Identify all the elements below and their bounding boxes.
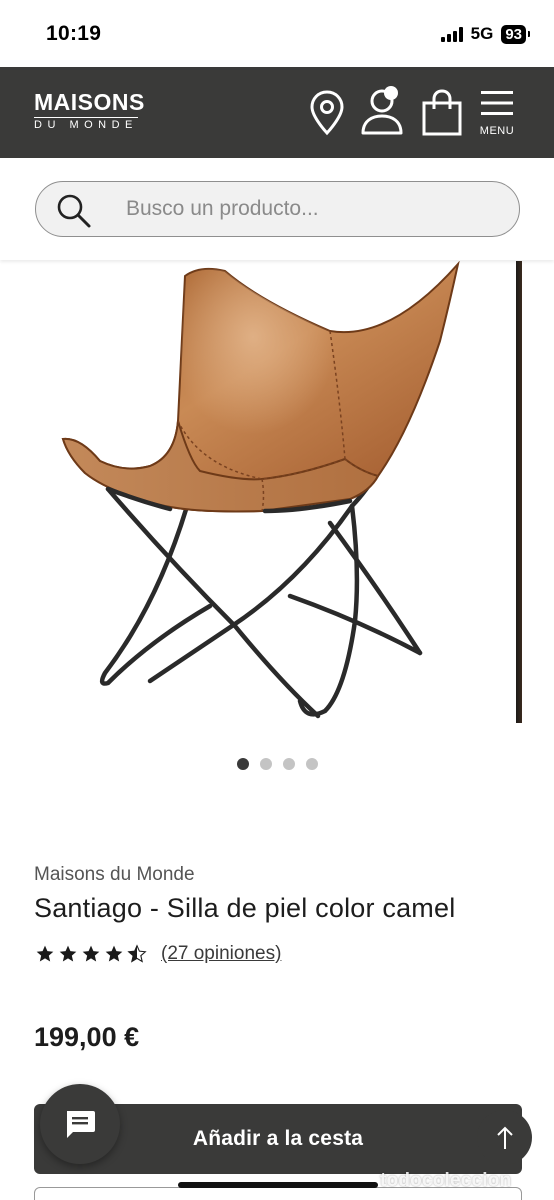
menu-button[interactable]: MENU [478,89,516,137]
product-brand[interactable]: Maisons du Monde [34,864,195,886]
product-gallery[interactable] [0,261,554,731]
chat-bubble-icon [67,1111,95,1138]
star-full-icon [59,945,77,962]
search-icon [56,193,92,234]
status-bar: 10:19 5G 93 [0,0,554,67]
search-input[interactable] [126,195,496,223]
rating-stars [35,944,147,964]
carousel-dot-1[interactable] [237,758,249,770]
logo-sub-text: DU MONDE [34,117,138,131]
search-box[interactable] [35,181,520,237]
product-image [61,261,460,719]
carousel-dots [237,758,318,770]
carousel-dot-3[interactable] [283,758,295,770]
reviews-link[interactable]: (27 opiniones) [161,943,281,965]
scroll-to-top-button[interactable] [477,1110,532,1165]
site-header: MAISONS DU MONDE MENU [0,67,554,158]
battery-icon: 93 [501,24,530,44]
product-rating[interactable]: (27 opiniones) [35,943,281,965]
product-title: Santiago - Silla de piel color camel [34,893,456,923]
search-bar [0,158,554,260]
chat-button[interactable] [40,1084,120,1164]
carousel-dot-2[interactable] [260,758,272,770]
user-account-icon[interactable] [360,85,408,142]
star-full-icon [105,945,123,962]
product-price: 199,00 € [34,1022,140,1052]
menu-label: MENU [479,125,515,137]
logo-main-text: MAISONS [34,89,145,115]
arrow-up-icon [496,1126,513,1149]
watermark: todocoleccion [380,1170,512,1191]
carousel-dot-4[interactable] [306,758,318,770]
home-indicator[interactable] [178,1182,378,1188]
location-pin-icon[interactable] [309,89,345,142]
status-time: 10:19 [46,22,102,45]
logo[interactable]: MAISONS DU MONDE [34,89,145,133]
star-half-icon [127,944,147,963]
status-indicators: 5G 93 [440,24,530,44]
star-full-icon [36,945,54,962]
star-full-icon [82,945,100,962]
signal-icon [440,26,463,42]
next-slide-preview [516,261,522,723]
hamburger-menu-icon [481,91,513,115]
shopping-bag-icon[interactable] [421,89,463,142]
network-type: 5G [470,24,494,43]
